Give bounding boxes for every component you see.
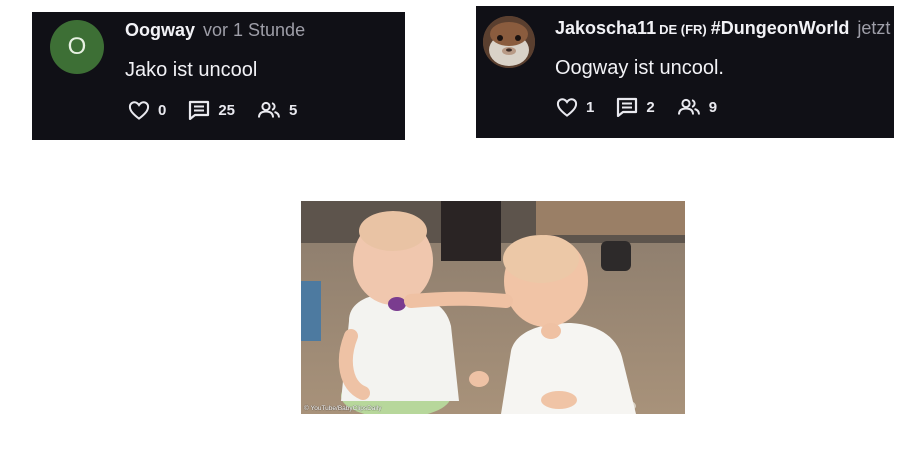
post-stats: 1 2 9 xyxy=(556,97,739,117)
like-button[interactable]: 1 xyxy=(556,97,594,117)
post-header: Jakoscha11 DE (FR) #DungeonWorld jetzt xyxy=(555,17,890,41)
animal-avatar-icon xyxy=(483,16,535,68)
participants-icon xyxy=(677,98,700,115)
username[interactable]: Oogway xyxy=(125,20,195,40)
post-card: Jakoscha11 DE (FR) #DungeonWorld jetzt Oogw… xyxy=(476,6,894,138)
comment-icon xyxy=(617,97,638,117)
avatar[interactable] xyxy=(483,16,535,68)
comment-count: 25 xyxy=(218,101,236,119)
like-button[interactable]: 0 xyxy=(128,100,166,120)
comment-button[interactable]: 2 xyxy=(616,97,655,117)
comment-button[interactable]: 25 xyxy=(188,100,235,120)
babies-photo: © YouTube/BabyClipsDaily xyxy=(301,201,685,414)
participants-icon xyxy=(258,101,281,118)
post-message: Jako ist uncool xyxy=(125,59,258,81)
post-message: Oogway ist uncool. xyxy=(555,57,724,79)
comment-count: 2 xyxy=(646,98,655,116)
comment-icon xyxy=(189,100,210,120)
language-badge: DE (FR) xyxy=(659,22,707,37)
avatar[interactable]: O xyxy=(50,20,104,74)
like-count: 1 xyxy=(586,98,595,116)
photo-illustration xyxy=(301,201,685,414)
participants-button[interactable]: 9 xyxy=(677,98,717,116)
participant-count: 5 xyxy=(289,101,298,119)
heart-icon xyxy=(556,98,578,117)
heart-icon xyxy=(128,101,150,120)
participant-count: 9 xyxy=(708,98,718,116)
world-tag[interactable]: #DungeonWorld xyxy=(711,18,850,38)
timestamp: jetzt xyxy=(857,18,891,38)
participants-button[interactable]: 5 xyxy=(257,101,297,119)
username[interactable]: Jakoscha11 xyxy=(555,18,656,38)
post-card: O Oogway vor 1 Stunde Jako ist uncool 0 2… xyxy=(32,12,405,140)
timestamp: vor 1 Stunde xyxy=(203,20,306,40)
image-credit: © YouTube/BabyClipsDaily xyxy=(304,405,382,412)
post-stats: 0 25 5 xyxy=(128,100,319,120)
like-count: 0 xyxy=(158,101,167,119)
post-header: Oogway vor 1 Stunde xyxy=(125,19,305,41)
